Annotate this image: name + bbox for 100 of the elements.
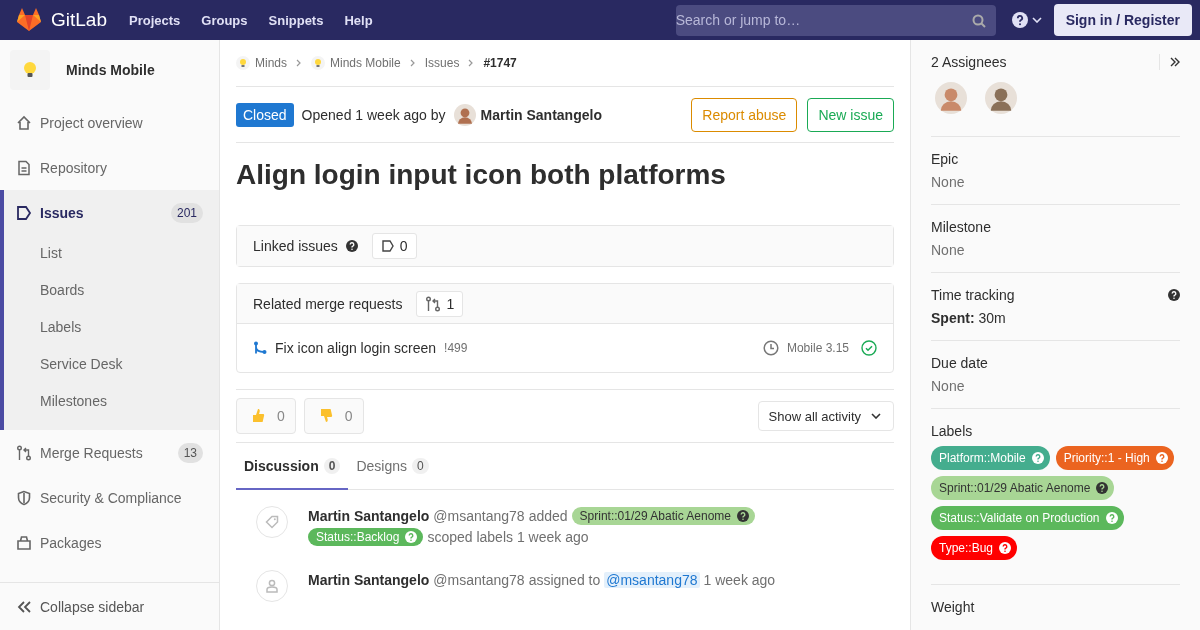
chevron-icon: [296, 59, 302, 67]
sidebar-item[interactable]: Issues 201: [4, 190, 219, 235]
count-badge: 13: [177, 442, 203, 463]
status-badge: Closed: [236, 102, 294, 127]
scoped-label[interactable]: Priority::1 - High: [1055, 446, 1174, 470]
author-link[interactable]: Martin Santangelo: [453, 103, 602, 126]
sidebar-item[interactable]: Repository: [0, 145, 219, 190]
section-title: Due date: [931, 355, 988, 371]
lightbulb-icon: [311, 56, 325, 70]
field-value: None: [931, 242, 966, 258]
package-icon: [16, 534, 32, 551]
chevron-icon: [468, 59, 475, 67]
help-icon: [1155, 452, 1168, 464]
user-icon: [256, 570, 288, 602]
reaction-button[interactable]: 0: [303, 398, 364, 434]
nav-link[interactable]: Groups: [201, 12, 248, 28]
expand-sidebar-button[interactable]: [1159, 54, 1180, 70]
merge-request-icon: [425, 295, 442, 312]
nav-link[interactable]: Help: [344, 12, 373, 28]
section-title: Weight: [931, 599, 976, 615]
help-dropdown[interactable]: [1011, 12, 1042, 28]
lightbulb-icon: [23, 61, 37, 79]
merge-icon: [253, 341, 267, 355]
nav-link[interactable]: Snippets: [268, 12, 324, 28]
sign-in-button[interactable]: Sign in / Register: [1053, 4, 1192, 36]
double-chevron-icon: [1170, 56, 1180, 67]
section-title: Labels: [931, 423, 974, 439]
sidebar-subitem[interactable]: Milestones: [4, 383, 219, 420]
field-value: None: [931, 174, 966, 190]
avatar-icon: [985, 82, 1017, 114]
section-title: Epic: [931, 151, 959, 167]
brand-name[interactable]: GitLab: [51, 9, 107, 31]
card-title: Linked issues: [253, 238, 338, 254]
count-badge: 0: [371, 233, 417, 259]
merge-request-reference: !499: [444, 341, 468, 355]
avatar-icon: [935, 82, 967, 114]
action-button[interactable]: New issue: [807, 97, 894, 132]
section-title: Time tracking: [931, 287, 1015, 303]
chevron-icon: [409, 59, 416, 67]
caret-icon: [871, 413, 881, 419]
help-icon: [1105, 512, 1118, 524]
help-icon: [1011, 12, 1028, 28]
fox-logo: [16, 8, 42, 32]
sidebar-item[interactable]: Packages: [0, 520, 219, 565]
opened-text: Opened 1 week ago by: [301, 106, 446, 123]
author-link[interactable]: Martin Santangelo: [308, 508, 430, 524]
activity-filter-dropdown[interactable]: Show all activity: [757, 401, 894, 431]
document-icon: [16, 159, 32, 176]
merge-request-link[interactable]: Fix icon align login screen: [275, 340, 437, 356]
count-badge: 1: [416, 290, 464, 317]
sidebar-item[interactable]: Security & Compliance: [0, 475, 219, 520]
field-value: None: [931, 378, 966, 394]
breadcrumb-link[interactable]: Minds Mobile: [311, 56, 401, 70]
milestone-text: Mobile 3.15: [786, 341, 849, 355]
help-icon: [345, 240, 358, 252]
user-mention[interactable]: @msantang78: [604, 572, 700, 588]
tag-icon: [256, 506, 288, 538]
author-handle: @msantang78: [433, 572, 525, 588]
help-icon: [1096, 482, 1109, 494]
sidebar-subitem[interactable]: Service Desk: [4, 346, 219, 383]
sidebar-subitem[interactable]: Labels: [4, 309, 219, 346]
search-field[interactable]: Search or jump to…: [675, 4, 996, 36]
author-handle: @msantang78: [433, 508, 525, 524]
field-value: Spent: 30m: [931, 310, 1007, 326]
shield-icon: [16, 489, 32, 506]
note-text: assigned to: [528, 572, 601, 588]
reaction-button[interactable]: 0: [236, 398, 296, 434]
help-icon: [999, 542, 1012, 554]
help-icon: [405, 531, 418, 543]
sidebar-item[interactable]: Project overview: [0, 100, 219, 145]
lightbulb-icon: [236, 56, 250, 70]
sidebar-item[interactable]: Merge Requests 13: [0, 430, 219, 475]
note-text: scoped labels 1 week ago: [427, 529, 589, 545]
nav-link[interactable]: Projects: [129, 12, 181, 28]
breadcrumb-link[interactable]: Minds: [236, 56, 287, 70]
tab[interactable]: Designs 0: [348, 443, 437, 490]
collapse-sidebar-button[interactable]: Collapse sidebar: [0, 582, 219, 630]
scoped-label[interactable]: Sprint::01/29 Abatic Aenome: [931, 476, 1115, 500]
scoped-label[interactable]: Sprint::01/29 Abatic Aenome: [571, 507, 755, 525]
section-title: Milestone: [931, 219, 991, 235]
count-badge: 0: [323, 457, 341, 474]
sidebar-subitem[interactable]: List: [4, 235, 219, 272]
count-badge: 201: [170, 202, 203, 223]
help-icon: [1031, 452, 1044, 464]
breadcrumb-link[interactable]: Issues: [424, 56, 460, 70]
home-icon: [16, 114, 32, 131]
card-title: Related merge requests: [253, 295, 403, 312]
count-badge: 0: [412, 457, 429, 474]
project-name[interactable]: Minds Mobile: [66, 62, 155, 78]
sidebar-subitem[interactable]: Boards: [4, 272, 219, 309]
merge-request-icon: [16, 444, 32, 461]
note-text: 1 week ago: [703, 572, 776, 588]
breadcrumb-link[interactable]: #1747: [483, 56, 517, 70]
check-circle-icon: [861, 340, 877, 356]
double-chevron-icon: [16, 599, 32, 614]
tab[interactable]: Discussion 0: [236, 443, 349, 490]
note-text: added: [528, 508, 568, 524]
author-link[interactable]: Martin Santangelo: [308, 572, 430, 588]
caret-icon: [1031, 17, 1042, 23]
scoped-label[interactable]: Type::Bug: [931, 536, 1018, 560]
